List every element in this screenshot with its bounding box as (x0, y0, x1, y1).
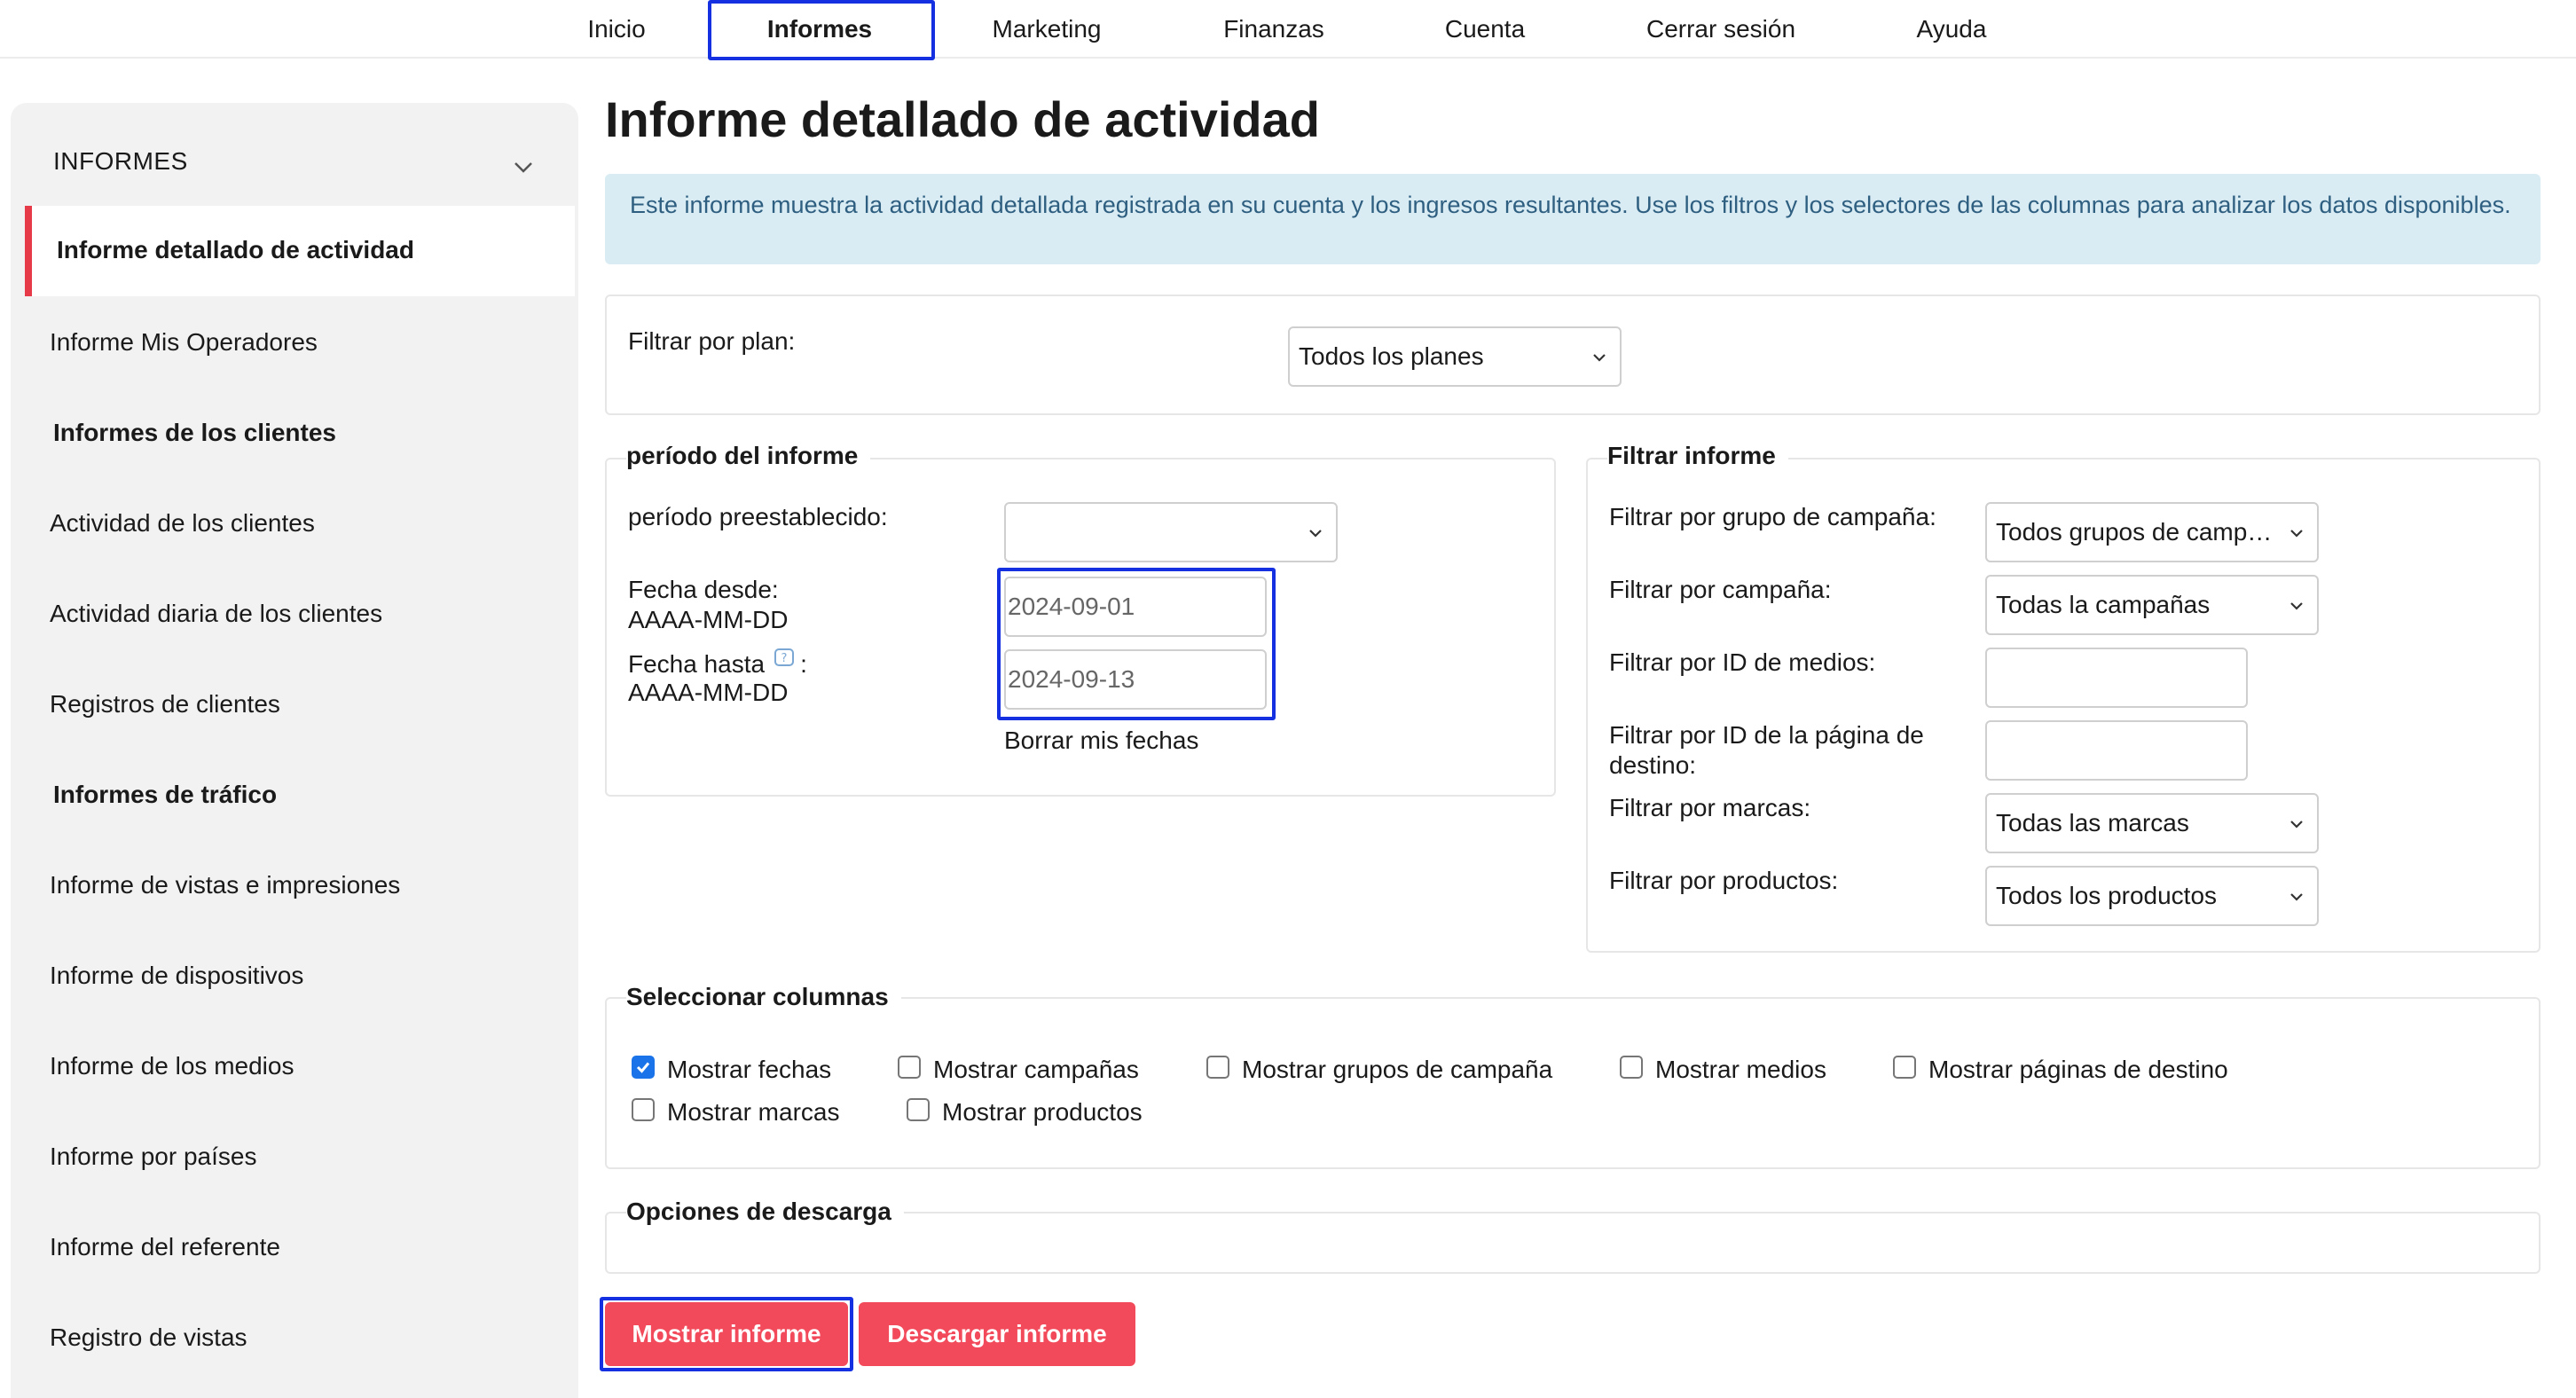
brands-label: Filtrar por marcas: (1609, 794, 1811, 821)
campaign-select[interactable]: Todas la campañas (1985, 575, 2319, 635)
brands-select[interactable]: Todas las marcas (1985, 793, 2319, 853)
sidebar-item-label: Informe detallado de actividad (57, 236, 414, 263)
to-date-format: AAAA-MM-DD (628, 679, 789, 706)
to-date-label-row: Fecha hasta?: (628, 648, 807, 679)
download-report-button[interactable]: Descargar informe (859, 1302, 1135, 1366)
products-select[interactable]: Todos los productos (1985, 866, 2319, 926)
nav-focus-highlight (708, 0, 935, 60)
chevron-down-icon (1309, 530, 1322, 538)
nav-ayuda[interactable]: Ayuda (1917, 0, 1987, 59)
brands-value: Todas las marcas (1996, 809, 2189, 836)
nav-marketing[interactable]: Marketing (993, 0, 1102, 59)
chevron-down-icon (2290, 821, 2303, 829)
sidebar-item-registro-vistas[interactable]: Registro de vistas (50, 1323, 247, 1352)
download-options-legend: Opciones de descarga (626, 1198, 904, 1226)
show-products-label[interactable]: Mostrar productos (942, 1098, 1143, 1127)
show-dates-label[interactable]: Mostrar fechas (667, 1056, 831, 1084)
period-legend: período del informe (626, 442, 871, 470)
show-brands-checkbox[interactable] (632, 1098, 655, 1121)
sidebar-item-dispositivos[interactable]: Informe de dispositivos (50, 962, 303, 990)
filter-report-legend: Filtrar informe (1607, 442, 1788, 470)
sidebar-item-registros[interactable]: Registros de clientes (50, 690, 280, 719)
show-campaigns-checkbox[interactable] (898, 1056, 921, 1079)
show-campaigns-label[interactable]: Mostrar campañas (933, 1056, 1139, 1084)
help-icon[interactable]: ? (774, 648, 795, 669)
plan-filter-label: Filtrar por plan: (628, 327, 796, 355)
campaign-value: Todas la campañas (1996, 591, 2211, 618)
media-id-label: Filtrar por ID de medios: (1609, 648, 1876, 676)
sidebar-item-paises[interactable]: Informe por países (50, 1143, 256, 1171)
info-message: Este informe muestra la actividad detall… (605, 174, 2541, 264)
preset-label: período preestablecido: (628, 503, 888, 530)
show-products-checkbox[interactable] (907, 1098, 930, 1121)
chevron-down-icon (2290, 893, 2303, 901)
nav-inicio[interactable]: Inicio (587, 0, 645, 59)
date-focus-highlight (997, 568, 1276, 720)
chevron-down-icon (1593, 354, 1606, 362)
sidebar-item-actividad-clientes[interactable]: Actividad de los clientes (50, 509, 315, 538)
page-title: Informe detallado de actividad (605, 91, 1320, 147)
campaign-group-select[interactable]: Todos grupos de campaña (1985, 502, 2319, 562)
sidebar-item-detallado[interactable]: Informe detallado de actividad (25, 206, 575, 296)
chevron-down-icon[interactable] (513, 156, 534, 177)
show-landing-pages-label[interactable]: Mostrar páginas de destino (1928, 1056, 2228, 1084)
campaign-label: Filtrar por campaña: (1609, 576, 1832, 603)
nav-finanzas[interactable]: Finanzas (1223, 0, 1324, 59)
show-campaign-groups-checkbox[interactable] (1206, 1056, 1229, 1079)
from-date-label: Fecha desde: (628, 576, 779, 603)
sidebar-item-vistas[interactable]: Informe de vistas e impresiones (50, 871, 400, 899)
sidebar: INFORMES Informe detallado de actividad … (11, 103, 578, 1398)
media-id-input[interactable] (1985, 648, 2248, 708)
show-campaign-groups-label[interactable]: Mostrar grupos de campaña (1242, 1056, 1552, 1084)
plan-select-value: Todos los planes (1299, 342, 1484, 370)
sidebar-section-trafico: Informes de tráfico (53, 781, 278, 808)
sidebar-section-clientes: Informes de los clientes (53, 419, 336, 446)
campaign-group-value: Todos grupos de campaña (1996, 518, 2273, 546)
products-value: Todos los productos (1996, 882, 2218, 909)
sidebar-item-operadores[interactable]: Informe Mis Operadores (50, 328, 318, 357)
landing-page-label-2: destino: (1609, 751, 1697, 779)
checkmark-icon (636, 1062, 650, 1073)
to-date-label: Fecha hasta (628, 650, 766, 678)
show-media-label[interactable]: Mostrar medios (1655, 1056, 1826, 1084)
sidebar-item-actividad-diaria[interactable]: Actividad diaria de los clientes (50, 600, 382, 628)
products-label: Filtrar por productos: (1609, 867, 1839, 894)
chevron-down-icon (2290, 602, 2303, 610)
columns-panel (605, 997, 2541, 1169)
nav-cuenta[interactable]: Cuenta (1445, 0, 1525, 59)
show-dates-checkbox[interactable] (632, 1056, 655, 1079)
show-media-checkbox[interactable] (1620, 1056, 1643, 1079)
campaign-group-label: Filtrar por grupo de campaña: (1609, 503, 1936, 530)
landing-page-input[interactable] (1985, 720, 2248, 781)
landing-page-label-1: Filtrar por ID de la página de (1609, 721, 1924, 749)
sidebar-header[interactable]: INFORMES (53, 147, 188, 176)
show-brands-label[interactable]: Mostrar marcas (667, 1098, 839, 1127)
preset-select[interactable] (1004, 502, 1338, 562)
button-focus-highlight (600, 1297, 853, 1371)
sidebar-item-referente[interactable]: Informe del referente (50, 1233, 280, 1261)
from-date-format: AAAA-MM-DD (628, 606, 789, 633)
chevron-down-icon (2290, 530, 2303, 538)
to-date-suffix: : (800, 650, 807, 678)
sidebar-item-medios[interactable]: Informe de los medios (50, 1052, 294, 1080)
nav-cerrar-sesion[interactable]: Cerrar sesión (1646, 0, 1795, 59)
plan-select[interactable]: Todos los planes (1288, 326, 1622, 387)
show-landing-pages-checkbox[interactable] (1893, 1056, 1916, 1079)
clear-dates-link[interactable]: Borrar mis fechas (1004, 726, 1198, 756)
columns-legend: Seleccionar columnas (626, 983, 901, 1011)
top-navigation: Inicio Informes Marketing Finanzas Cuent… (0, 0, 2576, 60)
svg-text:?: ? (781, 652, 788, 665)
